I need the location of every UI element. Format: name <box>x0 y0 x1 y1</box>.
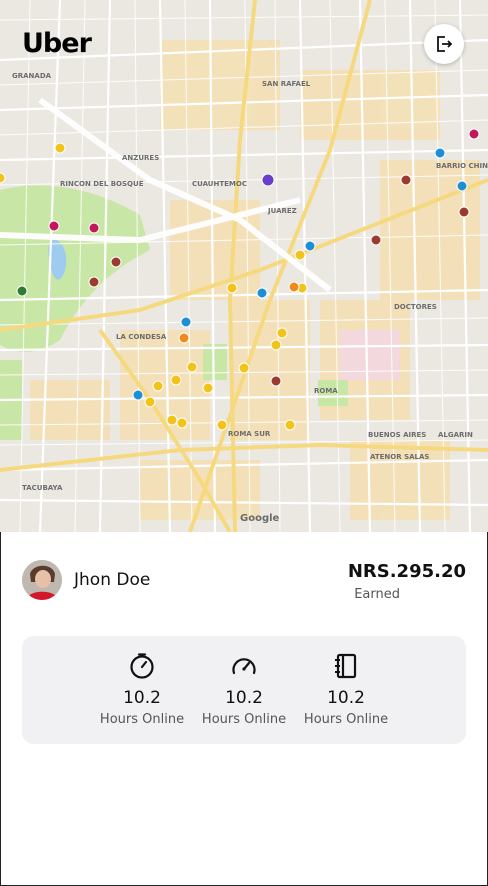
map-view[interactable]: GRANADA ANZURES RINCON DEL BOSQUE CUAUHT… <box>0 0 488 532</box>
logout-icon <box>437 36 453 52</box>
map-label: LA CONDESA <box>116 333 167 341</box>
timer-icon <box>130 653 154 679</box>
driver-summary: Jhon Doe NRS.295.20 Earned <box>22 560 466 604</box>
stat-label: Hours Online <box>303 712 389 727</box>
stat-value: 10.2 <box>123 688 161 708</box>
stat-hours-online-2: 10.2 Hours Online <box>199 650 289 727</box>
stat-label: Hours Online <box>201 712 287 727</box>
map-label: ATENOR SALAS <box>370 453 429 461</box>
map-label: CUAUHTEMOC <box>192 180 247 188</box>
map-label: SAN RAFAEL <box>262 80 311 88</box>
stat-value: 10.2 <box>327 688 365 708</box>
avatar[interactable] <box>22 560 62 600</box>
earned-label: Earned <box>354 587 400 602</box>
logout-button[interactable] <box>424 24 464 64</box>
stat-label: Hours Online <box>99 712 185 727</box>
notebook-icon <box>335 653 357 679</box>
stat-value: 10.2 <box>225 688 263 708</box>
map-label: GRANADA <box>12 72 52 80</box>
map-label: ALGARIN <box>438 431 473 439</box>
speedometer-icon <box>232 658 256 675</box>
map-canvas[interactable]: GRANADA ANZURES RINCON DEL BOSQUE CUAUHT… <box>0 0 488 532</box>
stats-panel: 10.2 Hours Online 10.2 Hours Online 10.2… <box>22 636 466 744</box>
stat-hours-online-1: 10.2 Hours Online <box>97 650 187 727</box>
map-label: JUAREZ <box>267 207 297 215</box>
map-label: BUENOS AIRES <box>368 431 426 439</box>
earned-amount: NRS.295.20 <box>347 561 466 582</box>
stat-hours-online-3: 10.2 Hours Online <box>301 650 391 727</box>
uber-logo: Uber <box>22 28 92 59</box>
map-label: ANZURES <box>122 154 159 162</box>
map-label: RINCON DEL BOSQUE <box>60 180 144 188</box>
map-label: ROMA <box>314 387 338 395</box>
avatar-image <box>22 560 62 600</box>
map-label: TACUBAYA <box>22 484 63 492</box>
map-label: BARRIO CHINO <box>436 162 488 170</box>
map-label: ROMA SUR <box>228 430 271 438</box>
map-label: DOCTORES <box>394 303 437 311</box>
google-attribution: Google <box>240 513 280 524</box>
driver-name: Jhon Doe <box>74 570 151 590</box>
